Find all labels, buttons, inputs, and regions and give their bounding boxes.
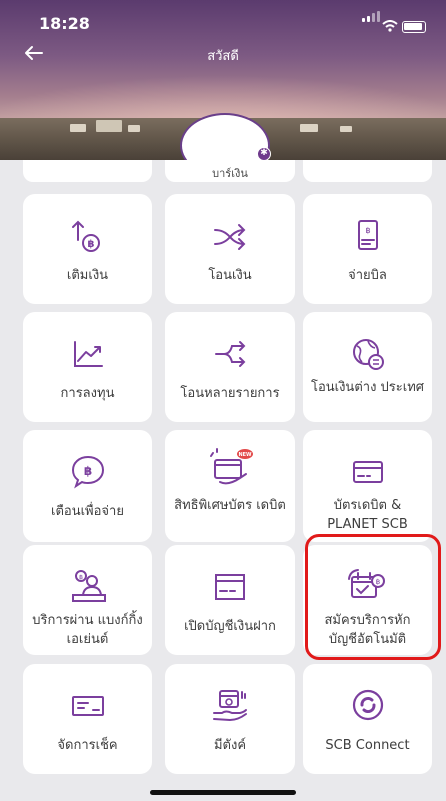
tile-banking-agent[interactable]: ฿ บริการผ่าน แบงก์กิ้งเอเย่นต์ — [23, 545, 152, 655]
tile-label: โอนหลายรายการ — [180, 386, 280, 401]
tile-auto-debit[interactable]: ฿ สมัครบริการหัก บัญชีอัตโนมัติ — [303, 545, 432, 655]
tile-open-account[interactable]: เปิดบัญชีเงินฝาก — [165, 545, 295, 655]
banking-agent-icon: ฿ — [23, 567, 152, 607]
tile-label: โอนเงิน — [208, 268, 252, 283]
tile-label: โอนเงินต่าง ประเทศ — [310, 380, 425, 395]
tile-pay-bill[interactable]: ฿ จ่ายบิล — [303, 194, 432, 304]
svg-text:฿: ฿ — [83, 464, 91, 478]
tile-top-up[interactable]: ฿ เติมเงิน — [23, 194, 152, 304]
svg-text:฿: ฿ — [365, 226, 370, 235]
multi-transfer-icon — [165, 334, 295, 374]
globe-transfer-icon — [303, 334, 432, 374]
tile-label: เตือนเพื่อจ่าย — [51, 504, 124, 519]
top-up-baht-icon: ฿ — [23, 216, 152, 256]
tile-partial-left[interactable] — [23, 160, 152, 182]
avatar-edit-icon[interactable]: ✱ — [257, 147, 271, 161]
tile-label: จัดการเช็ค — [57, 738, 118, 753]
tile-label: เปิดบัญชีเงินฝาก — [184, 619, 276, 634]
tile-payment-reminder[interactable]: ฿ เตือนเพื่อจ่าย — [23, 430, 152, 542]
debit-card-icon — [303, 452, 432, 492]
tile-label: บริการผ่าน แบงก์กิ้งเอเย่นต์ — [32, 613, 143, 647]
tile-partial-label: บาร์เงิน — [212, 167, 248, 180]
tile-label: มีตังค์ — [213, 738, 247, 753]
open-account-icon — [165, 567, 295, 607]
debit-privilege-icon: NEW — [165, 446, 295, 486]
tile-partial-right[interactable] — [303, 160, 432, 182]
tile-label: SCB Connect — [325, 738, 410, 753]
svg-text:฿: ฿ — [79, 574, 83, 581]
tile-multi-transfer[interactable]: โอนหลายรายการ — [165, 312, 295, 422]
payment-reminder-icon: ฿ — [23, 452, 152, 492]
tile-label: สิทธิพิเศษบัตร เดบิต — [174, 498, 286, 513]
bill-icon: ฿ — [303, 216, 432, 256]
tile-scb-connect[interactable]: SCB Connect — [303, 664, 432, 774]
money-hand-icon — [165, 686, 295, 726]
tile-debit-card[interactable]: บัตรเดบิต & PLANET SCB — [303, 430, 432, 542]
svg-text:฿: ฿ — [375, 578, 379, 586]
tile-investment[interactable]: การลงทุน — [23, 312, 152, 422]
tile-label: จ่ายบิล — [348, 268, 387, 283]
tile-label: การลงทุน — [60, 386, 115, 401]
status-time: 18:28 — [39, 14, 90, 33]
page-title: สวัสดี — [207, 49, 239, 64]
home-indicator[interactable] — [150, 790, 296, 795]
wifi-icon — [382, 20, 398, 36]
auto-debit-icon: ฿ — [303, 567, 432, 607]
cheque-icon — [23, 686, 152, 726]
transfer-arrows-icon — [165, 216, 295, 256]
tile-mee-tang[interactable]: มีตังค์ — [165, 664, 295, 774]
svg-text:฿: ฿ — [87, 239, 94, 250]
investment-chart-icon — [23, 334, 152, 374]
tile-label: สมัครบริการหัก บัญชีอัตโนมัติ — [324, 613, 411, 647]
scb-connect-icon — [303, 686, 432, 726]
battery-icon — [402, 21, 426, 33]
tile-label: เติมเงิน — [66, 268, 109, 283]
tile-label: บัตรเดบิต & PLANET SCB — [327, 498, 408, 532]
tile-manage-cheque[interactable]: จัดการเช็ค — [23, 664, 152, 774]
tile-international-transfer[interactable]: โอนเงินต่าง ประเทศ — [303, 312, 432, 422]
tile-transfer[interactable]: โอนเงิน — [165, 194, 295, 304]
new-badge: NEW — [238, 452, 252, 458]
tile-debit-privilege[interactable]: NEW สิทธิพิเศษบัตร เดบิต — [165, 430, 295, 542]
status-bar: 18:28 — [0, 10, 446, 38]
